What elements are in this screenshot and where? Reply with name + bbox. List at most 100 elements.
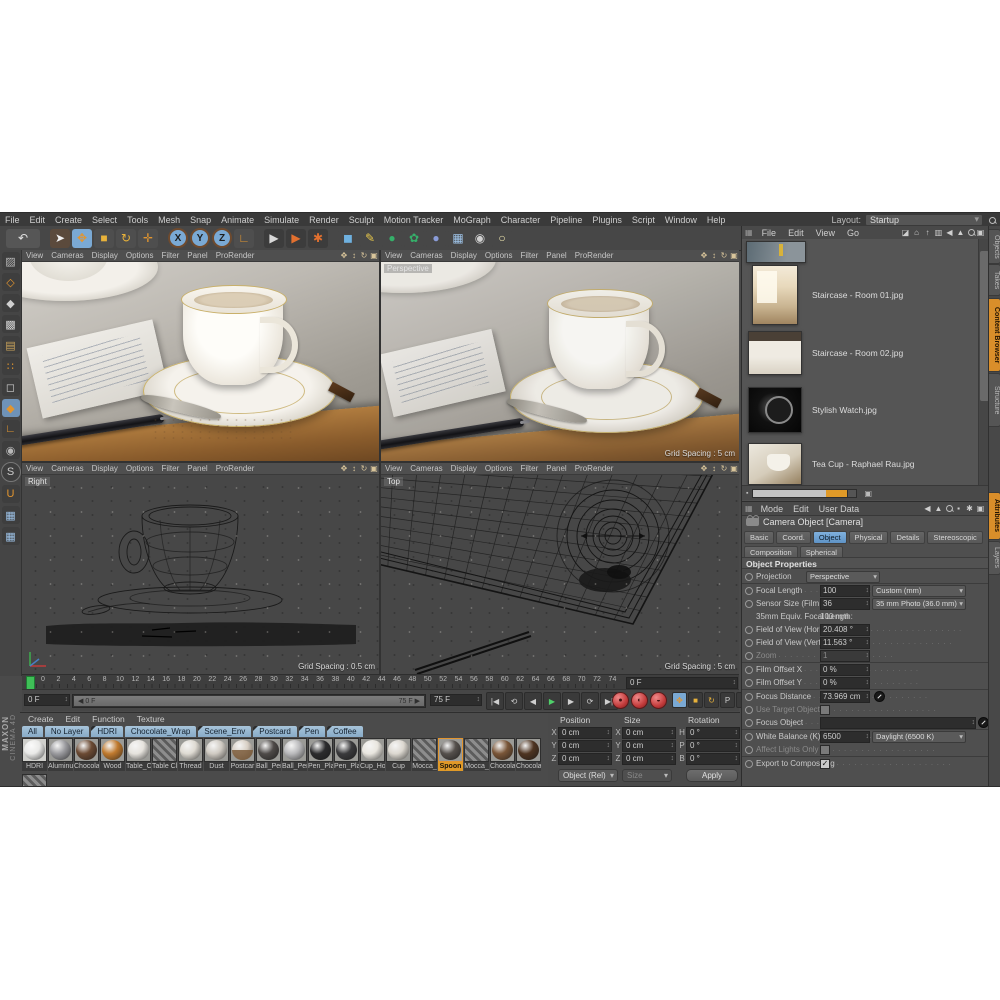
dolly-view-icon[interactable]: ↕	[349, 251, 359, 260]
property-input[interactable]: 11.563 °	[820, 637, 870, 649]
range-start-field[interactable]: 0 F	[24, 694, 70, 706]
viewport-menu-cameras[interactable]: Cameras	[47, 464, 87, 473]
forward-icon[interactable]: ▲	[955, 228, 966, 237]
viewport-menu-filter[interactable]: Filter	[516, 251, 542, 260]
layer-tab-no-layer[interactable]: No Layer	[45, 726, 89, 737]
search-icon[interactable]	[946, 505, 953, 512]
property-dropdown[interactable]: 35 mm Photo (36.0 mm)	[872, 598, 966, 610]
undo-icon[interactable]: ↶	[6, 229, 40, 248]
viewport-top[interactable]: ViewCamerasDisplayOptionsFilterPanelProR…	[381, 463, 739, 674]
material-cup-ho[interactable]: Cup_Ho	[360, 738, 385, 771]
viewport-menu-display[interactable]: Display	[88, 251, 122, 260]
rotate-view-icon[interactable]: ↻	[719, 251, 729, 260]
menu-character[interactable]: Character	[496, 215, 546, 225]
property-toggle-dot[interactable]	[745, 573, 753, 581]
key-rotation-toggle[interactable]: ↻	[704, 692, 719, 708]
menu-help[interactable]: Help	[702, 215, 731, 225]
loop-button[interactable]: ⟳	[581, 692, 599, 710]
menu-mograph[interactable]: MoGraph	[448, 215, 496, 225]
record-options-button[interactable]: ◒	[650, 692, 667, 709]
attribute-menu-edit[interactable]: Edit	[788, 504, 814, 514]
viewport-menu-filter[interactable]: Filter	[157, 464, 183, 473]
menu-motion-tracker[interactable]: Motion Tracker	[379, 215, 449, 225]
magnet-snap-icon[interactable]: U	[2, 485, 20, 503]
workplane-icon[interactable]: ▦	[2, 506, 20, 524]
viewport-menu-prorender[interactable]: ProRender	[212, 251, 259, 260]
list-item[interactable]: Stylish Watch.jpg	[742, 385, 978, 439]
material-spoon[interactable]: Spoon	[438, 738, 463, 771]
property-toggle-dot[interactable]	[745, 587, 753, 595]
dolly-view-icon[interactable]: ↕	[349, 464, 359, 473]
property-input[interactable]: 73.969 cm	[820, 691, 870, 703]
pan-view-icon[interactable]: ✥	[339, 464, 349, 473]
goto-start-button[interactable]: |◀	[486, 692, 504, 710]
toggle-view-icon[interactable]: ▣	[369, 251, 379, 260]
layer-tab-chocolate-wrap[interactable]: Chocolate_Wrap	[125, 726, 196, 737]
panel-tab-objects[interactable]: Objects	[989, 229, 1000, 264]
panel-menu-icon[interactable]: ▦	[742, 504, 756, 513]
list-item[interactable]: Tea Cup - Raphael Rau.jpg	[742, 441, 978, 485]
lock-x-axis-icon[interactable]: X	[168, 228, 188, 248]
pan-view-icon[interactable]: ✥	[699, 464, 709, 473]
menu-window[interactable]: Window	[660, 215, 702, 225]
key-scale-toggle[interactable]: ■	[688, 692, 703, 708]
snap-icon[interactable]: S	[1, 462, 21, 482]
record-keyframe-button[interactable]: ●	[612, 692, 629, 709]
thumbnail-size-slider[interactable]	[752, 489, 850, 498]
toggle-view-icon[interactable]: ▣	[729, 251, 739, 260]
thumbnail-size-small-icon[interactable]: ▪	[742, 490, 748, 497]
viewport-menu-options[interactable]: Options	[481, 464, 517, 473]
viewport-camera[interactable]: ViewCamerasDisplayOptionsFilterPanelProR…	[22, 250, 379, 461]
thumbnail-size-large-icon[interactable]: ▣	[864, 489, 872, 498]
viewport-menu-view[interactable]: View	[381, 464, 406, 473]
coord-field-position-x[interactable]: 0 cm	[558, 727, 612, 739]
viewport-menu-panel[interactable]: Panel	[542, 464, 570, 473]
panel-tab-layers[interactable]: Layers	[989, 541, 1000, 575]
menu-sculpt[interactable]: Sculpt	[344, 215, 379, 225]
coord-field-rotation-p[interactable]: 0 °	[686, 740, 740, 752]
dolly-view-icon[interactable]: ↕	[709, 251, 719, 260]
property-dropdown[interactable]: Daylight (6500 K)	[872, 731, 966, 743]
up-icon[interactable]: ↑	[922, 228, 933, 237]
detach-icon[interactable]: ▣	[975, 504, 986, 513]
property-toggle-dot[interactable]	[745, 600, 753, 608]
property-input[interactable]: 100	[820, 585, 870, 597]
attribute-menu-user-data[interactable]: User Data	[814, 504, 865, 514]
property-toggle-dot[interactable]	[745, 706, 753, 714]
tab-object[interactable]: Object	[813, 531, 847, 544]
coord-field-size-z[interactable]: 0 cm	[622, 753, 676, 765]
viewport-menu-prorender[interactable]: ProRender	[571, 464, 618, 473]
thumbnail-toggle-icon[interactable]: ◪	[900, 228, 911, 237]
panel-tab-content-browser[interactable]: Content Browser	[989, 298, 1000, 372]
property-toggle-dot[interactable]	[745, 693, 753, 701]
light-icon[interactable]: ○	[492, 229, 512, 248]
back-icon[interactable]: ◀	[922, 504, 933, 513]
render-to-picture-viewer-icon[interactable]: ▶	[286, 229, 306, 248]
layout-dropdown[interactable]: Startup	[865, 214, 983, 226]
layer-tab-all[interactable]: All	[22, 726, 43, 737]
menu-mesh[interactable]: Mesh	[153, 215, 185, 225]
coord-field-size-y[interactable]: 0 cm	[622, 740, 676, 752]
property-toggle-dot[interactable]	[745, 613, 753, 621]
dolly-view-icon[interactable]: ↕	[709, 464, 719, 473]
viewport-menu-display[interactable]: Display	[447, 251, 481, 260]
next-frame-button[interactable]: ▶	[562, 692, 580, 710]
browser-menu-edit[interactable]: Edit	[782, 228, 810, 238]
property-toggle-dot[interactable]	[745, 746, 753, 754]
play-button[interactable]: ▶	[543, 692, 561, 710]
layer-tab-coffee[interactable]: Coffee	[327, 726, 362, 737]
tab-coord[interactable]: Coord.	[776, 531, 811, 544]
layer-tab-hdri[interactable]: HDRI	[91, 726, 123, 737]
search-icon[interactable]	[989, 217, 996, 224]
property-input[interactable]: 0 %	[820, 677, 870, 689]
size-dropdown[interactable]: Size	[622, 769, 672, 782]
browser-menu-go[interactable]: Go	[841, 228, 865, 238]
property-input[interactable]	[820, 717, 976, 729]
coord-field-rotation-b[interactable]: 0 °	[686, 753, 740, 765]
property-toggle-dot[interactable]	[745, 639, 753, 647]
render-view-icon[interactable]: ▶	[264, 229, 284, 248]
menu-snap[interactable]: Snap	[185, 215, 216, 225]
scale-tool-icon[interactable]: ■	[94, 229, 114, 248]
play-backwards-button[interactable]: ⟲	[505, 692, 523, 710]
current-frame-field[interactable]: 0 F	[626, 677, 738, 689]
